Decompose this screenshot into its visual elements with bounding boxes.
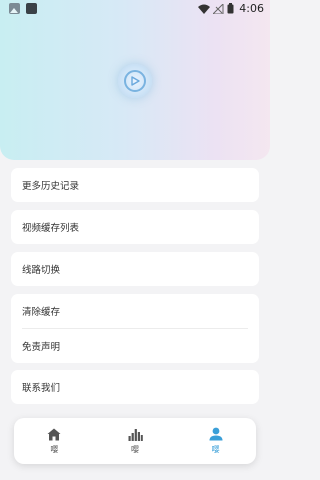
bottom-navigation: 嘤 嘤 嘤 <box>14 418 256 464</box>
nav-home-label: 嘤 <box>50 444 59 454</box>
gallery-notification-icon <box>9 3 20 14</box>
profile-header: 4:06 <box>0 0 270 160</box>
contact-label: 联系我们 <box>22 383 61 394</box>
clear-cache-item[interactable]: 清除缓存 <box>11 294 259 328</box>
nav-stats[interactable]: 嘤 <box>95 418 176 464</box>
user-icon <box>209 427 223 441</box>
cache-list-label: 视频缓存列表 <box>22 223 80 234</box>
play-icon <box>124 70 146 92</box>
history-label: 更多历史记录 <box>22 181 80 192</box>
app-logo <box>118 64 152 98</box>
status-bar: 4:06 <box>0 0 270 18</box>
screen: 4:06 更多历史记录 视频缓存列表 线路切换 清除缓存 免责声明 联系我们 嘤… <box>0 0 270 480</box>
route-switch-item[interactable]: 线路切换 <box>11 252 259 286</box>
settings-card: 清除缓存 免责声明 <box>11 294 259 363</box>
status-time: 4:06 <box>239 2 264 15</box>
nav-profile[interactable]: 嘤 <box>175 418 256 464</box>
nav-profile-label: 嘤 <box>211 445 220 454</box>
cache-list-item[interactable]: 视频缓存列表 <box>11 210 259 244</box>
history-item[interactable]: 更多历史记录 <box>11 168 259 202</box>
wifi-icon <box>198 4 211 14</box>
bar-chart-icon <box>128 428 143 441</box>
app-notification-icon <box>26 3 37 14</box>
home-icon <box>47 428 61 440</box>
contact-item[interactable]: 联系我们 <box>11 370 259 404</box>
battery-icon <box>227 3 234 14</box>
no-signal-icon <box>213 3 224 14</box>
nav-home[interactable]: 嘤 <box>14 418 95 464</box>
cache-list-card: 视频缓存列表 <box>11 210 259 244</box>
disclaimer-label: 免责声明 <box>22 342 61 353</box>
history-card: 更多历史记录 <box>11 168 259 202</box>
contact-card: 联系我们 <box>11 370 259 404</box>
nav-stats-label: 嘤 <box>131 444 139 454</box>
disclaimer-item[interactable]: 免责声明 <box>11 329 259 363</box>
clear-cache-label: 清除缓存 <box>22 307 61 318</box>
route-card: 线路切换 <box>11 252 259 286</box>
route-switch-label: 线路切换 <box>22 265 61 276</box>
